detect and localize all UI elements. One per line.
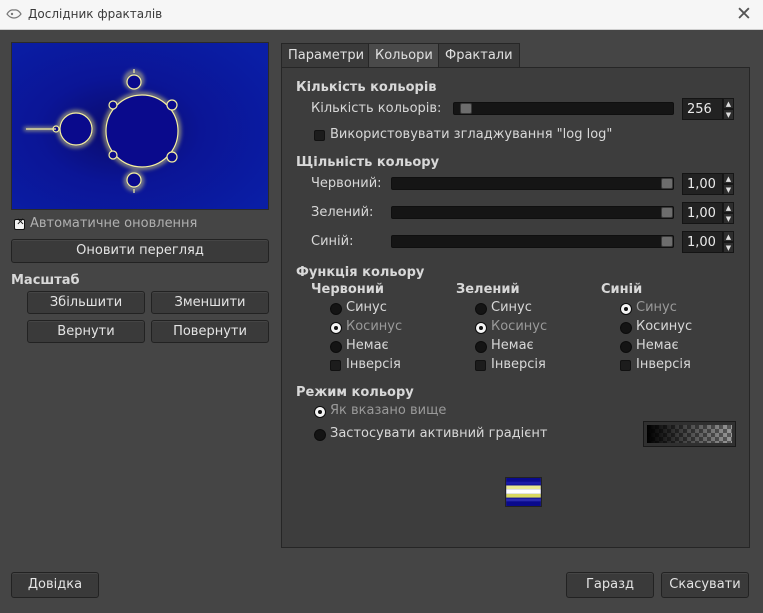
close-icon[interactable]: ✕ [733, 3, 755, 25]
num-colors-value: 256 [687, 102, 712, 117]
tab-fractals[interactable]: Фрактали [438, 43, 520, 68]
green-density-value: 1,00 [687, 206, 716, 221]
blue-cosine-label: Косинус [636, 319, 693, 334]
zoom-out-button[interactable]: Зменшити [151, 291, 269, 314]
decrement-icon[interactable]: ▼ [723, 213, 734, 224]
cancel-button[interactable]: Скасувати [661, 572, 749, 598]
slider-thumb[interactable] [661, 178, 673, 189]
red-invert-label: Інверсія [346, 357, 401, 372]
auto-update-label: Автоматичне оновлення [30, 216, 198, 231]
green-density-label: Зелений: [311, 205, 374, 220]
blue-sine-label: Синус [636, 300, 677, 315]
green-density-spinbox[interactable]: 1,00 [682, 202, 723, 224]
num-colors-label: Кількість кольорів: [311, 101, 442, 116]
red-invert-checkbox[interactable] [330, 360, 341, 371]
green-cosine-radio[interactable] [475, 322, 487, 334]
red-cosine-label: Косинус [346, 319, 403, 334]
slider-thumb[interactable] [661, 236, 673, 247]
blue-none-label: Немає [636, 338, 679, 353]
blue-sine-radio[interactable] [620, 303, 632, 315]
num-colors-heading: Кількість кольорів [296, 80, 437, 95]
green-function-title: Зелений [456, 282, 520, 297]
decrement-icon[interactable]: ▼ [723, 184, 734, 195]
blue-density-stepper[interactable]: ▲ ▼ [723, 231, 734, 253]
num-colors-spinbox[interactable]: 256 [682, 98, 723, 120]
window-title: Дослідник фракталів [28, 7, 163, 21]
slider-thumb[interactable] [661, 207, 673, 218]
blue-invert-label: Інверсія [636, 357, 691, 372]
color-map-preview [505, 477, 542, 507]
green-sine-radio[interactable] [475, 303, 487, 315]
increment-icon[interactable]: ▲ [723, 231, 734, 242]
mode-gradient-radio[interactable] [314, 429, 326, 441]
blue-cosine-radio[interactable] [620, 322, 632, 334]
increment-icon[interactable]: ▲ [723, 98, 734, 109]
red-none-label: Немає [346, 338, 389, 353]
ok-button[interactable]: Гаразд [566, 572, 654, 598]
mode-gradient-label: Застосувати активний градієнт [330, 426, 548, 441]
increment-icon[interactable]: ▲ [723, 202, 734, 213]
increment-icon[interactable]: ▲ [723, 173, 734, 184]
blue-function-title: Синій [601, 282, 643, 297]
green-none-radio[interactable] [475, 341, 487, 353]
green-invert-label: Інверсія [491, 357, 546, 372]
tab-colors[interactable]: Кольори [368, 43, 440, 69]
decrement-icon[interactable]: ▼ [723, 242, 734, 253]
decrement-icon[interactable]: ▼ [723, 109, 734, 120]
auto-update-checkbox[interactable] [14, 217, 26, 230]
green-invert-checkbox[interactable] [475, 360, 486, 371]
mode-heading: Режим кольору [296, 385, 414, 400]
gradient-preview [647, 425, 732, 443]
redo-button[interactable]: Повернути [151, 320, 269, 343]
blue-density-spinbox[interactable]: 1,00 [682, 231, 723, 253]
density-heading: Щільність кольору [296, 155, 440, 170]
mandelbrot-image [12, 43, 268, 209]
green-none-label: Немає [491, 338, 534, 353]
refresh-preview-button[interactable]: Оновити перегляд [11, 239, 269, 263]
loglog-checkbox[interactable] [314, 130, 325, 141]
blue-density-label: Синій: [311, 234, 354, 249]
help-button[interactable]: Довідка [11, 572, 99, 598]
gradient-picker-button[interactable] [643, 421, 736, 447]
slider-thumb[interactable] [460, 103, 472, 114]
title-bar: Дослідник фракталів ✕ [0, 0, 763, 30]
fractal-preview[interactable] [11, 42, 269, 210]
red-function-title: Червоний [311, 282, 384, 297]
red-sine-radio[interactable] [330, 303, 342, 315]
num-colors-stepper[interactable]: ▲ ▼ [723, 98, 734, 120]
red-density-stepper[interactable]: ▲ ▼ [723, 173, 734, 195]
red-density-slider[interactable] [391, 177, 674, 190]
red-cosine-radio[interactable] [330, 322, 342, 334]
num-colors-slider[interactable] [453, 102, 674, 115]
red-density-spinbox[interactable]: 1,00 [682, 173, 723, 195]
blue-invert-checkbox[interactable] [620, 360, 631, 371]
red-sine-label: Синус [346, 300, 387, 315]
blue-density-value: 1,00 [687, 235, 716, 250]
gimp-icon [6, 9, 22, 19]
blue-none-radio[interactable] [620, 341, 632, 353]
blue-density-slider[interactable] [391, 235, 674, 248]
function-heading: Функція кольору [296, 265, 425, 280]
mode-as-specified-label: Як вказано вище [330, 403, 447, 418]
zoom-heading: Масштаб [11, 273, 80, 288]
loglog-label: Використовувати згладжування "log log" [330, 127, 613, 142]
tab-parameters[interactable]: Параметри [281, 43, 372, 68]
red-density-value: 1,00 [687, 177, 716, 192]
zoom-in-button[interactable]: Збільшити [27, 291, 145, 314]
red-density-label: Червоний: [311, 176, 382, 191]
undo-button[interactable]: Вернути [27, 320, 145, 343]
green-cosine-label: Косинус [491, 319, 548, 334]
green-density-stepper[interactable]: ▲ ▼ [723, 202, 734, 224]
green-density-slider[interactable] [391, 206, 674, 219]
green-sine-label: Синус [491, 300, 532, 315]
red-none-radio[interactable] [330, 341, 342, 353]
mode-as-specified-radio[interactable] [314, 406, 326, 418]
